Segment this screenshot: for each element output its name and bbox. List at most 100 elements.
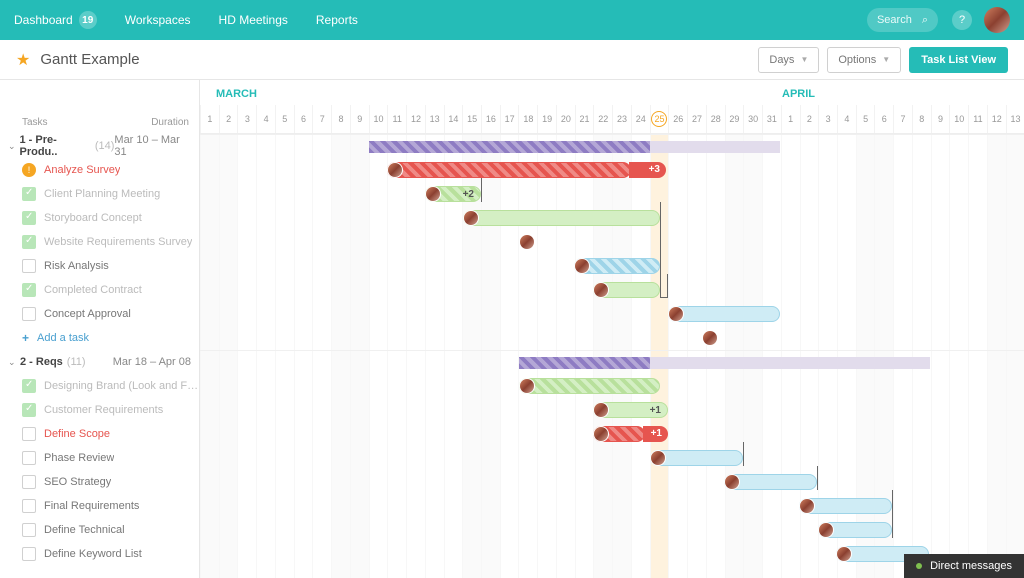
day-cell[interactable]: 16 [481, 105, 500, 133]
day-cell[interactable]: 15 [462, 105, 481, 133]
task-row[interactable]: Concept Approval [0, 302, 199, 326]
day-cell[interactable]: 13 [1006, 105, 1024, 133]
task-row[interactable]: Phase Review [0, 446, 199, 470]
task-bar[interactable]: +1 [643, 426, 668, 442]
assignee-avatar[interactable] [724, 474, 740, 490]
checkbox[interactable] [22, 211, 36, 225]
day-cell[interactable]: 31 [762, 105, 781, 133]
checkbox[interactable] [22, 523, 36, 537]
task-row[interactable]: Designing Brand (Look and Feel) [0, 374, 199, 398]
day-cell[interactable]: 7 [312, 105, 331, 133]
day-cell[interactable]: 12 [406, 105, 425, 133]
day-cell[interactable]: 24 [631, 105, 650, 133]
day-cell[interactable]: 9 [350, 105, 369, 133]
checkbox[interactable] [22, 283, 36, 297]
task-bar[interactable] [650, 450, 743, 466]
assignee-avatar[interactable] [574, 258, 590, 274]
day-cell[interactable]: 3 [237, 105, 256, 133]
assignee-avatar[interactable] [799, 498, 815, 514]
group-header[interactable]: ⌄1 - Pre-Produ..(14)Mar 10 – Mar 31 [0, 134, 199, 158]
checkbox[interactable] [22, 451, 36, 465]
day-cell[interactable]: 23 [612, 105, 631, 133]
task-row[interactable]: Final Requirements [0, 494, 199, 518]
task-row[interactable]: Customer Requirements [0, 398, 199, 422]
day-cell[interactable]: 2 [800, 105, 819, 133]
day-cell[interactable]: 4 [837, 105, 856, 133]
nav-workspaces[interactable]: Workspaces [125, 13, 191, 27]
task-row[interactable]: Define Scope [0, 422, 199, 446]
assignee-avatar[interactable] [818, 522, 834, 538]
gantt-timeline[interactable]: MARCH APRIL 1234567891011121314151617181… [200, 80, 1024, 578]
task-bar[interactable] [593, 282, 660, 298]
day-cell[interactable]: 8 [331, 105, 350, 133]
assignee-avatar[interactable] [836, 546, 852, 562]
day-cell[interactable]: 12 [987, 105, 1006, 133]
day-cell[interactable]: 6 [294, 105, 313, 133]
day-cell[interactable]: 11 [387, 105, 406, 133]
day-cell[interactable]: 7 [893, 105, 912, 133]
day-cell[interactable]: 21 [575, 105, 594, 133]
day-cell[interactable]: 20 [556, 105, 575, 133]
options-dropdown[interactable]: Options▼ [827, 47, 901, 73]
help-button[interactable]: ? [952, 10, 972, 30]
day-cell[interactable]: 27 [687, 105, 706, 133]
day-cell[interactable]: 9 [931, 105, 950, 133]
task-row[interactable]: Risk Analysis [0, 254, 199, 278]
task-bar[interactable] [519, 378, 660, 394]
day-cell[interactable]: 2 [219, 105, 238, 133]
day-cell[interactable]: 10 [369, 105, 388, 133]
assignee-avatar[interactable] [463, 210, 479, 226]
day-cell[interactable]: 25 [650, 105, 669, 133]
checkbox[interactable] [22, 379, 36, 393]
user-avatar[interactable] [984, 7, 1010, 33]
task-row[interactable]: SEO Strategy [0, 470, 199, 494]
task-bar[interactable] [387, 162, 631, 178]
tasklist-view-button[interactable]: Task List View [909, 47, 1008, 73]
task-bar[interactable] [463, 210, 660, 226]
assignee-avatar[interactable] [650, 450, 666, 466]
day-cell[interactable]: 6 [874, 105, 893, 133]
checkbox[interactable] [22, 307, 36, 321]
task-row[interactable]: Define Keyword List [0, 542, 199, 566]
checkbox[interactable] [22, 259, 36, 273]
day-cell[interactable]: 4 [256, 105, 275, 133]
days-dropdown[interactable]: Days▼ [758, 47, 819, 73]
assignee-avatar[interactable] [387, 162, 403, 178]
group-bar[interactable] [650, 357, 930, 369]
task-bar[interactable] [799, 498, 892, 514]
task-bar[interactable] [668, 306, 780, 322]
day-cell[interactable]: 1 [781, 105, 800, 133]
task-row[interactable]: Define Technical [0, 518, 199, 542]
day-cell[interactable]: 10 [949, 105, 968, 133]
checkbox[interactable] [22, 403, 36, 417]
task-row[interactable]: Website Requirements Survey [0, 230, 199, 254]
day-cell[interactable]: 26 [668, 105, 687, 133]
day-cell[interactable]: 8 [912, 105, 931, 133]
day-cell[interactable]: 30 [743, 105, 762, 133]
day-cell[interactable]: 13 [425, 105, 444, 133]
milestone-avatar[interactable] [519, 234, 535, 250]
direct-messages-button[interactable]: Direct messages [904, 554, 1024, 578]
day-cell[interactable]: 5 [275, 105, 294, 133]
task-bar[interactable] [574, 258, 660, 274]
task-row[interactable]: Storyboard Concept [0, 206, 199, 230]
task-row[interactable]: Client Planning Meeting [0, 182, 199, 206]
assignee-avatar[interactable] [519, 378, 535, 394]
task-bar[interactable] [593, 426, 645, 442]
checkbox[interactable] [22, 499, 36, 513]
task-row[interactable]: !Analyze Survey [0, 158, 199, 182]
group-bar[interactable] [519, 357, 650, 369]
assignee-avatar[interactable] [668, 306, 684, 322]
day-cell[interactable]: 3 [818, 105, 837, 133]
day-cell[interactable]: 1 [200, 105, 219, 133]
day-cell[interactable]: 28 [706, 105, 725, 133]
group-bar[interactable] [650, 141, 780, 153]
nav-reports[interactable]: Reports [316, 13, 358, 27]
day-cell[interactable]: 19 [537, 105, 556, 133]
checkbox[interactable] [22, 475, 36, 489]
group-bar[interactable] [369, 141, 650, 153]
assignee-avatar[interactable] [593, 426, 609, 442]
task-bar[interactable]: +2 [425, 186, 481, 202]
add-task-button[interactable]: +Add a task [0, 326, 199, 350]
task-bar[interactable]: +1 [593, 402, 668, 418]
